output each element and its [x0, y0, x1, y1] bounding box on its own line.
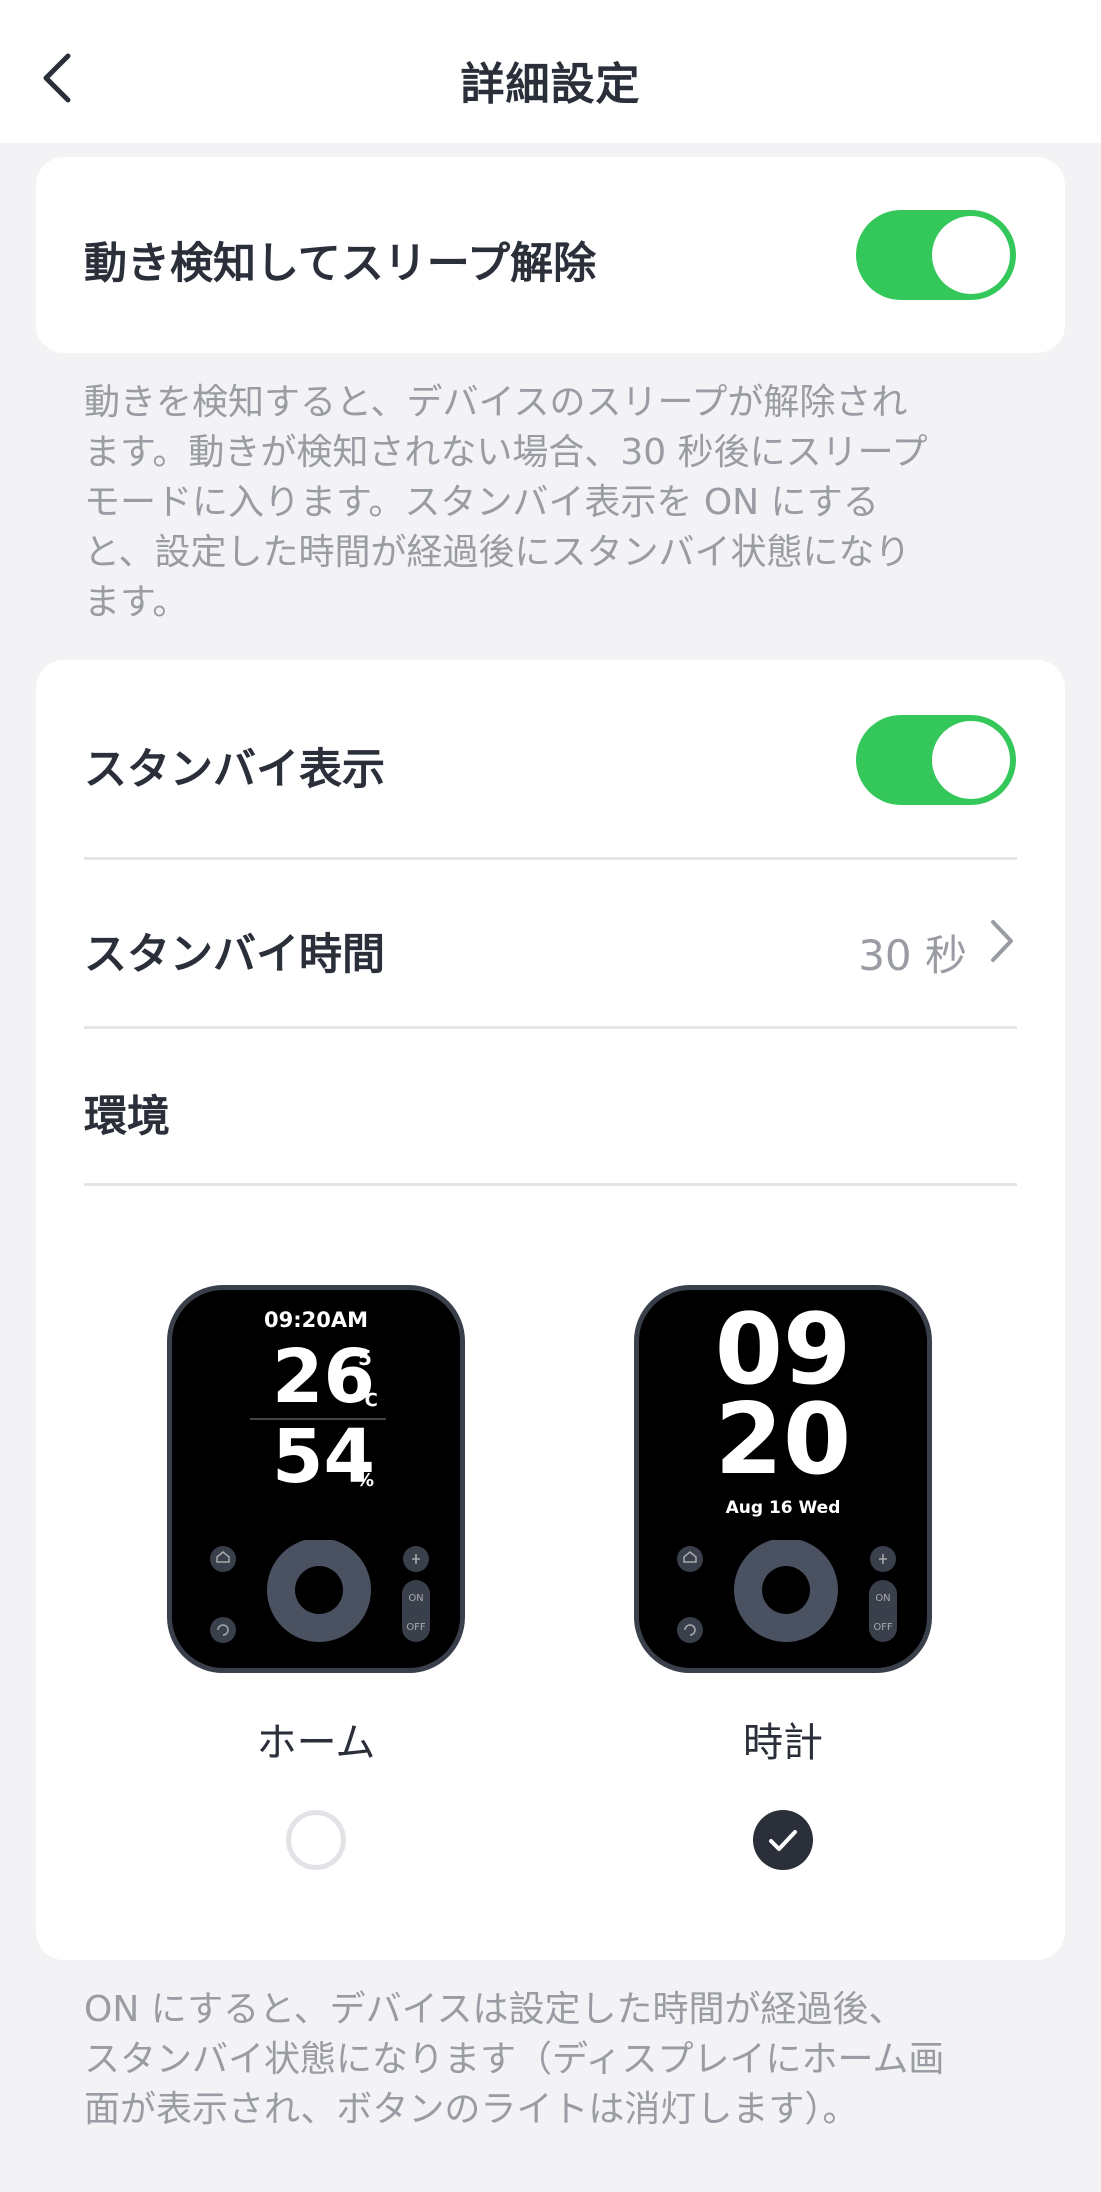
svg-text:OFF: OFF: [873, 1622, 893, 1633]
preview-temperature-unit: ℃: [356, 1390, 378, 1411]
checkmark-icon: [769, 1830, 797, 1851]
standby-card: スタンバイ表示 スタンバイ時間 30 秒 環境 09:20AM 26 5 ℃ 5…: [36, 660, 1065, 1960]
preview-time: 09:20AM: [264, 1308, 368, 1332]
standby-display-label: スタンバイ表示: [84, 745, 385, 795]
environment-label: 環境: [84, 1092, 170, 1142]
toggle-knob: [932, 721, 1010, 799]
preview-temperature-decimal: 5: [358, 1346, 372, 1370]
clock-theme-radio[interactable]: [753, 1810, 813, 1870]
description-line: ON にすると、デバイスは設定した時間が経過後、: [84, 1989, 905, 2030]
standby-display-toggle[interactable]: [856, 715, 1016, 805]
divider: [84, 1183, 1017, 1186]
description-line: 面が表示され、ボタンのライトは消灯します）。: [84, 2089, 859, 2130]
description-line: モードに入ります。スタンバイ表示を ON にする: [84, 482, 879, 523]
device-controls-icon: ON OFF: [677, 1540, 897, 1643]
motion-wake-toggle[interactable]: [856, 210, 1016, 300]
preview-clock-minute: 20: [714, 1383, 852, 1497]
device-controls-icon: ON OFF: [210, 1540, 430, 1643]
svg-text:ON: ON: [408, 1593, 423, 1604]
svg-text:OFF: OFF: [406, 1622, 426, 1633]
standby-time-value: 30 秒: [858, 931, 967, 980]
clock-theme-preview[interactable]: 09 20 Aug 16 Wed ON OFF: [634, 1285, 932, 1673]
description-line: 動きを検知すると、デバイスのスリープが解除され: [84, 382, 908, 423]
svg-text:ON: ON: [875, 1593, 890, 1604]
motion-wake-label: 動き検知してスリープ解除: [84, 239, 597, 289]
preview-humidity-unit: %: [356, 1470, 375, 1491]
description-line: スタンバイ状態になります（ディスプレイにホーム画: [84, 2039, 945, 2080]
description-line: ます。動きが検知されない場合、30 秒後にスリープ: [84, 432, 928, 473]
standby-time-label: スタンバイ時間: [84, 930, 385, 980]
home-theme-preview[interactable]: 09:20AM 26 5 ℃ 54 % ON OFF: [167, 1285, 465, 1673]
description-line: と、設定した時間が経過後にスタンバイ状態になり: [84, 532, 911, 573]
toggle-knob: [932, 216, 1010, 294]
home-theme-radio[interactable]: [286, 1810, 346, 1870]
chevron-right-icon: [991, 920, 1013, 962]
preview-clock-date: Aug 16 Wed: [725, 1498, 841, 1518]
home-theme-label: ホーム: [256, 1720, 376, 1766]
description-line: ます。: [84, 582, 189, 623]
clock-theme-label: 時計: [743, 1720, 823, 1766]
page-title: 詳細設定: [460, 59, 641, 110]
motion-wake-card: 動き検知してスリープ解除: [36, 157, 1065, 353]
standby-footer-note: ON にすると、デバイスは設定した時間が経過後、 スタンバイ状態になります（ディ…: [84, 1985, 1024, 2135]
motion-wake-description: 動きを検知すると、デバイスのスリープが解除され ます。動きが検知されない場合、3…: [84, 378, 1024, 628]
header-bar: 詳細設定: [0, 0, 1101, 143]
standby-time-row[interactable]: スタンバイ時間 30 秒: [36, 860, 1065, 1025]
divider: [84, 1026, 1017, 1029]
